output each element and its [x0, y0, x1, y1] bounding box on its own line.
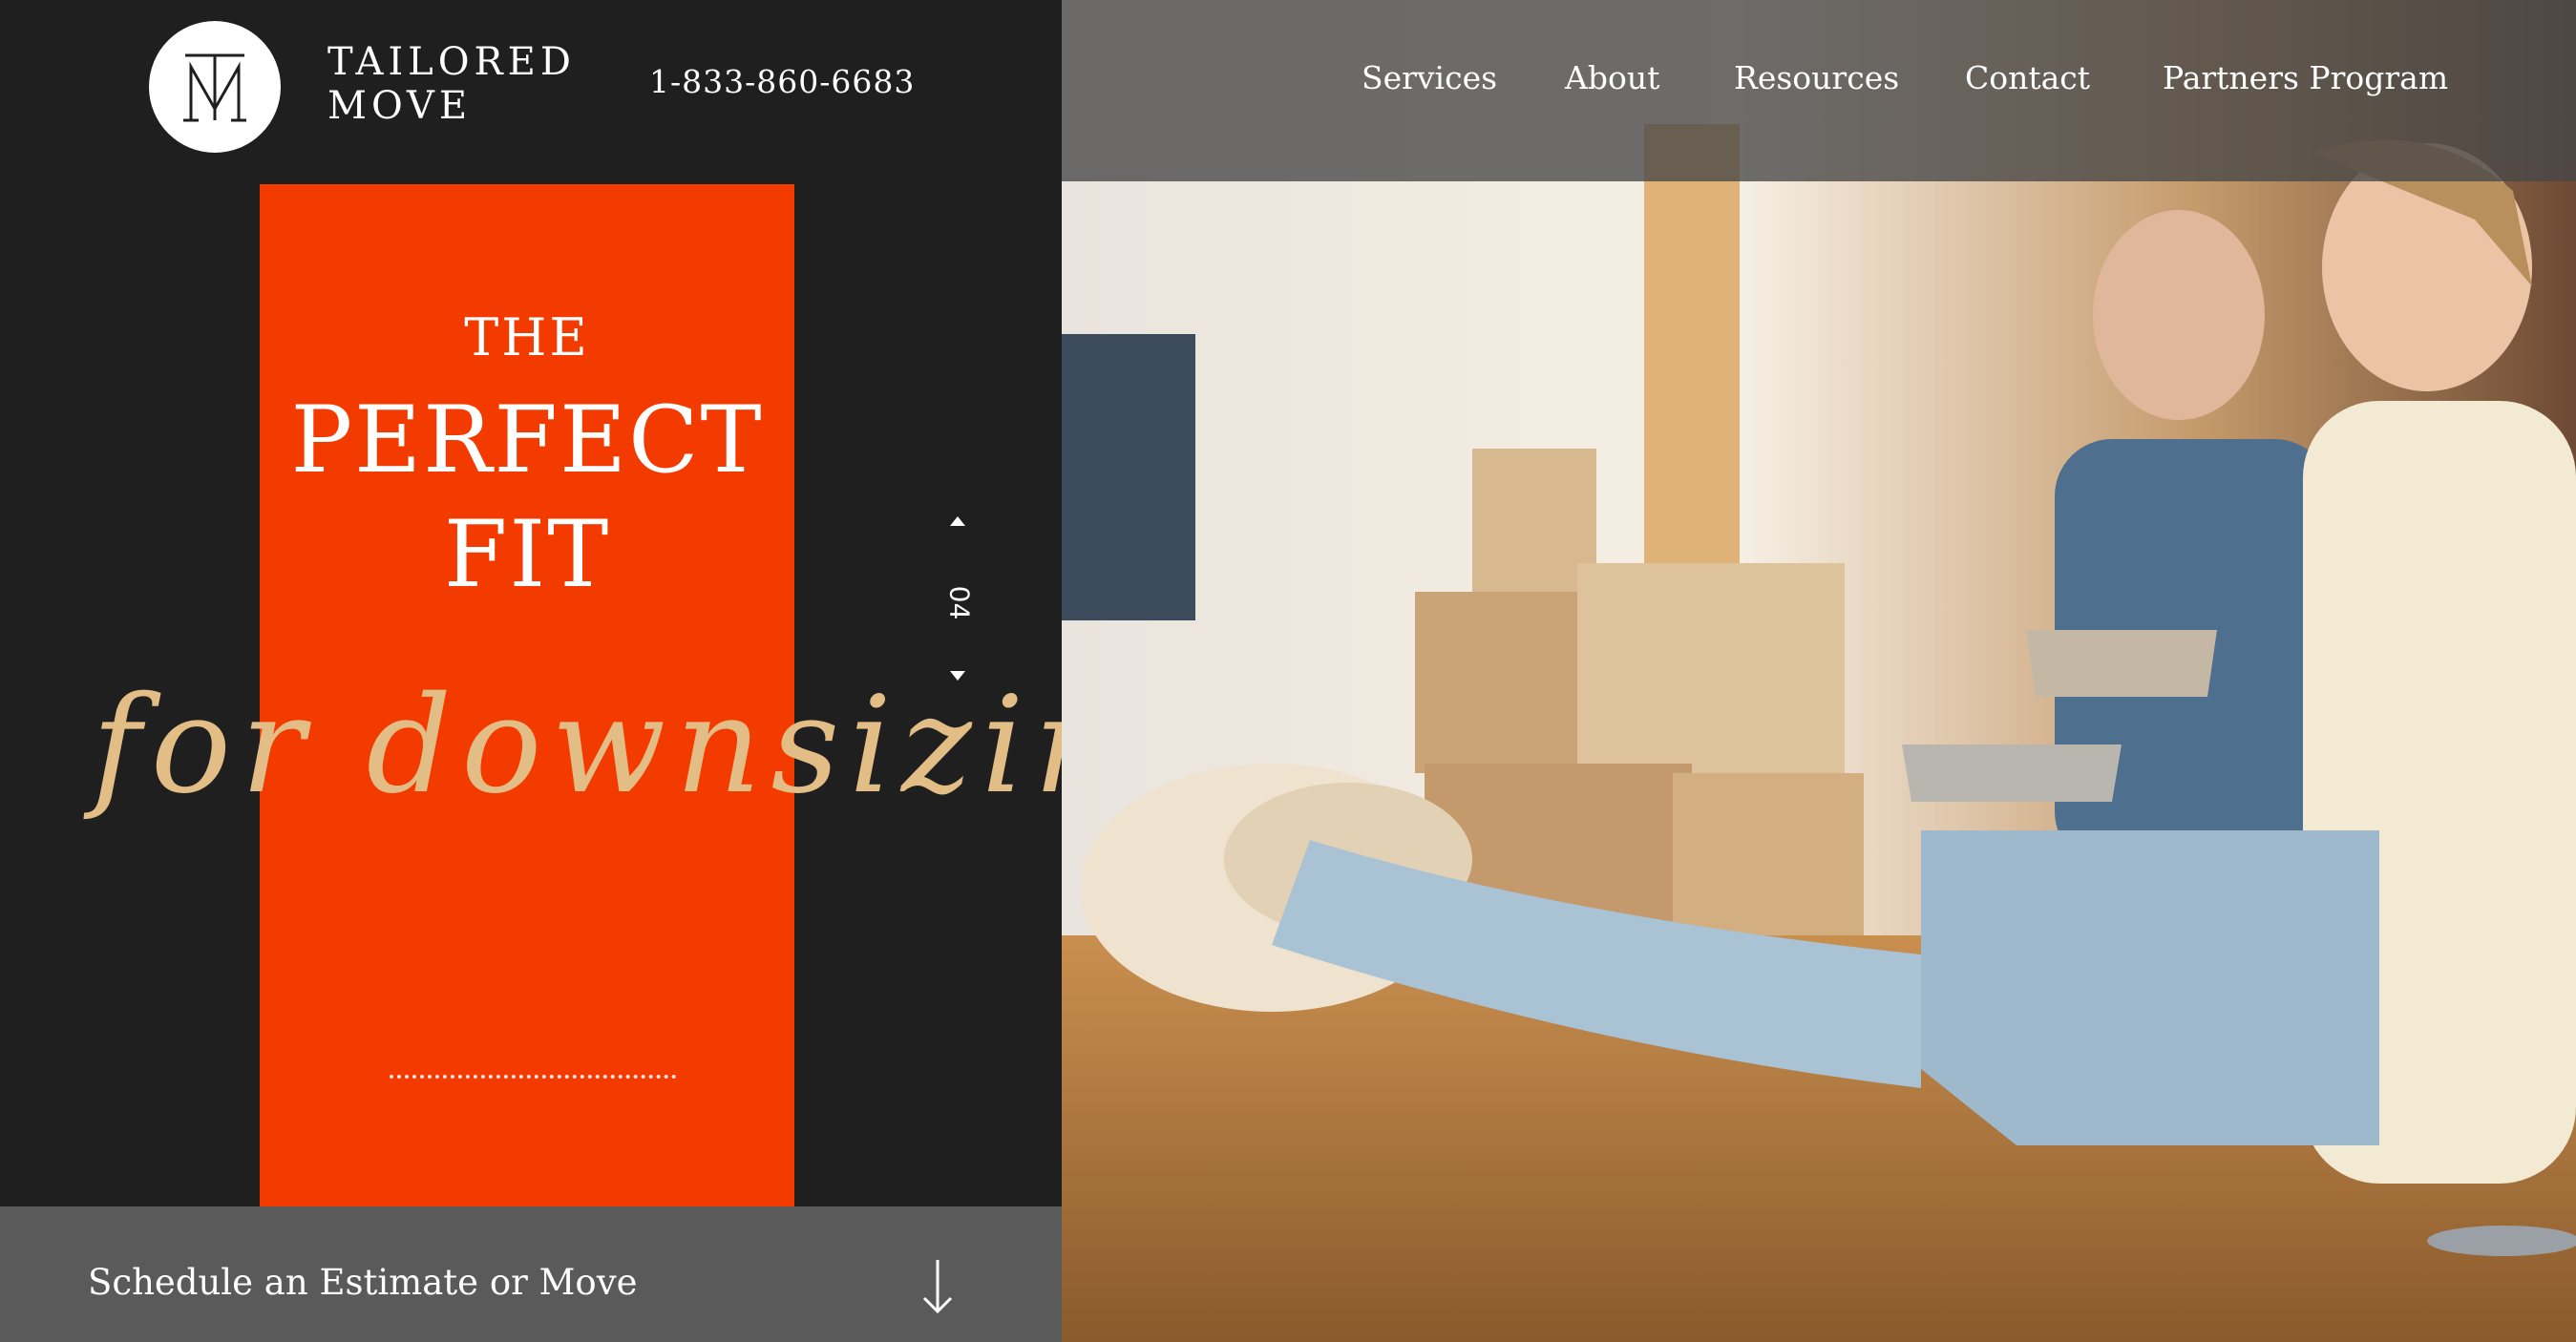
- nav-partners-program[interactable]: Partners Program: [2163, 59, 2448, 96]
- brand-name[interactable]: TAILORED MOVE: [327, 40, 576, 128]
- nav-services[interactable]: Services: [1362, 59, 1497, 96]
- arrow-down-icon[interactable]: [918, 1258, 957, 1315]
- schedule-cta-label[interactable]: Schedule an Estimate or Move: [88, 1262, 638, 1303]
- tm-monogram-icon[interactable]: [149, 21, 281, 153]
- hero-line-2: PERFECT: [290, 387, 764, 493]
- hero-photo: [1062, 0, 2576, 1342]
- slide-navigator: 04: [940, 511, 979, 687]
- brand-line-1: TAILORED: [327, 40, 576, 84]
- slide-prev-icon[interactable]: [950, 516, 965, 526]
- hero-line-3: FIT: [443, 501, 611, 608]
- brand-line-2: MOVE: [327, 84, 473, 128]
- phone-link[interactable]: 1-833-860-6683: [649, 63, 915, 100]
- hero-line-1: THE: [464, 307, 590, 367]
- slide-next-icon[interactable]: [950, 671, 965, 681]
- nav-contact[interactable]: Contact: [1965, 59, 2090, 96]
- slide-number: 04: [943, 585, 976, 620]
- top-navigation: Services About Resources Contact Partner…: [1062, 0, 2576, 181]
- nav-about[interactable]: About: [1565, 59, 1659, 96]
- slide-progress-dots: [390, 1075, 676, 1079]
- nav-resources[interactable]: Resources: [1734, 59, 1899, 96]
